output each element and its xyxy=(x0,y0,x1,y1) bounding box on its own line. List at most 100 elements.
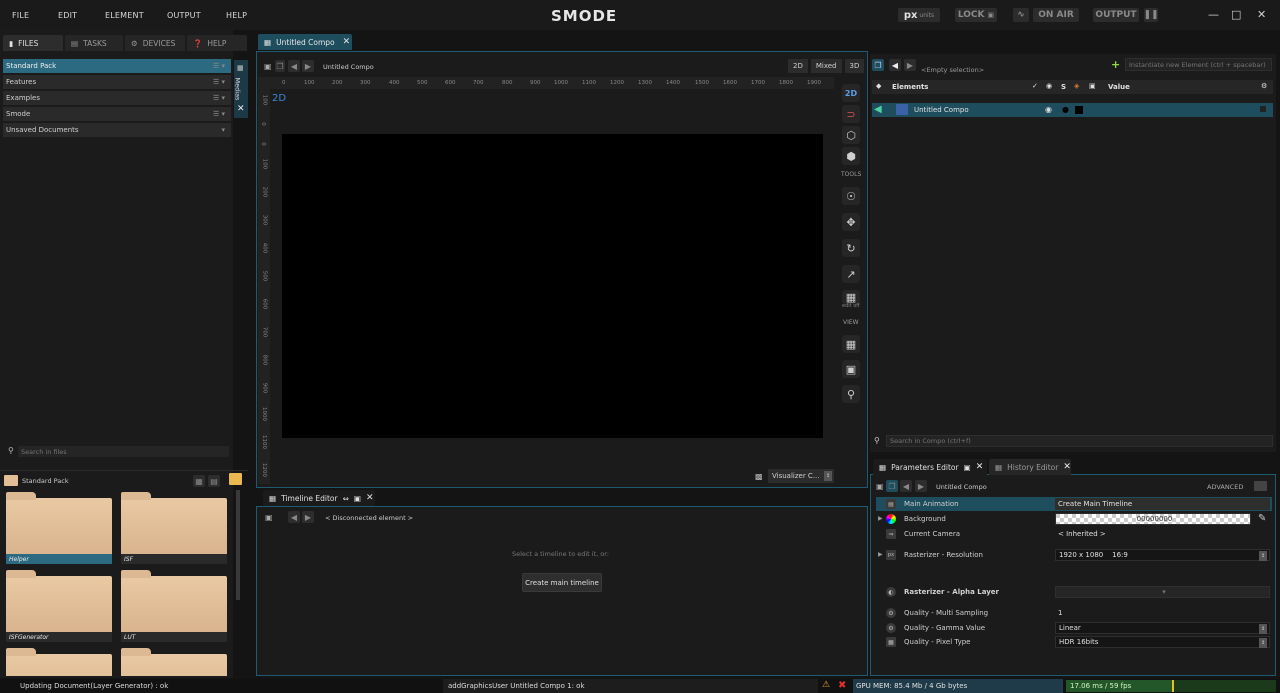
edit-grid-icon[interactable]: ▦ xyxy=(842,290,860,304)
list-menu-icon[interactable]: ☰ ▾ xyxy=(213,110,225,118)
library-smode[interactable]: Smode ☰ ▾ xyxy=(3,107,231,121)
resolution-select[interactable]: 1920 x 1080 16:9 ↕ xyxy=(1055,549,1270,561)
param-background[interactable]: ▶ Background 00000000 ✎ xyxy=(876,512,1272,526)
view-list-icon[interactable]: ▤ xyxy=(208,475,220,487)
param-rasterizer-alpha-layer[interactable]: ◐ Rasterizer - Alpha Layer ▾ xyxy=(876,585,1272,599)
forward-arrow-icon[interactable]: ▶ xyxy=(302,60,314,72)
copy-icon[interactable]: ❐ xyxy=(275,60,285,72)
tab-tasks[interactable]: ▤ TASKS xyxy=(65,35,123,51)
view-grid-icon[interactable]: ▦ xyxy=(193,475,205,487)
thumb-isf[interactable]: ISF xyxy=(119,490,229,564)
close-medias-icon[interactable]: ✕ xyxy=(237,104,245,114)
close-tab-icon[interactable]: ✕ xyxy=(366,493,374,503)
open-folder-icon[interactable] xyxy=(229,473,242,485)
close-tab-icon[interactable]: ✕ xyxy=(1063,462,1071,472)
thumb-lut[interactable]: LUT xyxy=(119,568,229,642)
create-main-timeline-button[interactable]: Create main timeline xyxy=(522,573,602,592)
lock-button[interactable]: LOCK ▣ xyxy=(955,8,997,22)
thumb-folder[interactable] xyxy=(119,646,229,676)
param-current-camera[interactable]: ⇒ Current Camera < Inherited > xyxy=(876,527,1272,541)
lock-icon[interactable]: ▣ xyxy=(876,482,884,491)
lock-icon[interactable]: ▣ xyxy=(1089,82,1096,90)
lock-icon[interactable]: ▣ xyxy=(265,513,273,522)
expand-arrow-icon[interactable]: ▶ xyxy=(878,551,883,558)
close-icon[interactable]: ✕ xyxy=(1257,8,1266,21)
warning-icon[interactable]: ⚠ xyxy=(822,680,830,690)
library-features[interactable]: Features ☰ ▾ xyxy=(3,75,231,89)
magnet-icon[interactable]: ⊃ xyxy=(842,105,860,123)
thumb-helper[interactable]: Helper xyxy=(4,490,114,564)
element-row-untitled-compo[interactable]: ◀ Untitled Compo ◉ ● xyxy=(872,103,1273,117)
color-swatch[interactable] xyxy=(1075,106,1083,114)
canvas-preview[interactable] xyxy=(282,134,823,438)
param-quality-pixel-type[interactable]: ▦ Quality - Pixel Type HDR 16bits ↕ xyxy=(876,635,1272,649)
rotate-icon[interactable]: ↻ xyxy=(842,239,860,257)
list-menu-icon[interactable]: ☰ ▾ xyxy=(213,94,225,102)
forward-arrow-icon[interactable]: ▶ xyxy=(302,511,314,523)
advanced-toggle[interactable] xyxy=(1254,481,1267,491)
create-main-timeline-action[interactable]: Create Main Timeline xyxy=(1055,498,1270,510)
on-air-button[interactable]: ON AIR xyxy=(1033,8,1079,22)
multi-sampling-value[interactable]: 1 xyxy=(1055,607,1270,619)
grid-view-icon[interactable]: ▦ xyxy=(842,335,860,353)
eye-icon[interactable]: ◉ xyxy=(1045,105,1052,114)
plus-icon[interactable]: + xyxy=(1111,58,1120,71)
close-tab-icon[interactable]: ✕ xyxy=(343,37,351,47)
units-button[interactable]: px units xyxy=(898,8,940,22)
param-quality-gamma-value[interactable]: ⚙ Quality - Gamma Value Linear ↕ xyxy=(876,621,1272,635)
back-arrow-icon[interactable]: ◀ xyxy=(288,60,300,72)
instantiate-element-input[interactable] xyxy=(1125,58,1272,71)
thumbs-scrollbar[interactable] xyxy=(236,490,240,600)
menu-edit[interactable]: EDIT xyxy=(58,11,77,20)
move-icon[interactable]: ✥ xyxy=(842,213,860,231)
gamma-select[interactable]: Linear ↕ xyxy=(1055,622,1270,634)
back-arrow-icon[interactable]: ◀ xyxy=(889,59,901,71)
expand-arrow-icon[interactable]: ▶ xyxy=(878,515,883,522)
frame-icon[interactable]: ▣ xyxy=(842,360,860,378)
tab-timeline-editor[interactable]: ▦ Timeline Editor ⇔ ▣ ✕ xyxy=(263,490,375,506)
cube-icon[interactable]: ⬢ xyxy=(842,147,860,165)
chevron-down-icon[interactable]: ▾ xyxy=(221,126,225,134)
menu-element[interactable]: ELEMENT xyxy=(105,11,144,20)
expand-icon[interactable]: ⇔ xyxy=(343,494,349,503)
menu-output[interactable]: OUTPUT xyxy=(167,11,201,20)
medias-side-tab[interactable]: ▦ Medias ✕ xyxy=(233,60,248,118)
thumb-folder[interactable] xyxy=(4,646,114,676)
menu-help[interactable]: HELP xyxy=(226,11,247,20)
settings-icon[interactable]: ⚙ xyxy=(1261,82,1267,90)
back-arrow-icon[interactable]: ◀ xyxy=(900,480,912,492)
copy-icon[interactable]: ❐ xyxy=(886,480,898,492)
error-icon[interactable]: ✖ xyxy=(838,680,846,691)
pause-icon[interactable]: ❚❚ xyxy=(1143,8,1159,22)
list-menu-icon[interactable]: ☰ ▾ xyxy=(213,78,225,86)
copy-icon[interactable]: ❐ xyxy=(872,59,884,71)
forward-arrow-icon[interactable]: ▶ xyxy=(904,59,916,71)
maximize-icon[interactable]: □ xyxy=(1231,8,1241,21)
tab-parameters-editor[interactable]: ▦ Parameters Editor ▣ ✕ xyxy=(873,459,987,475)
check-icon[interactable]: ✓ xyxy=(1032,82,1038,90)
lock-icon[interactable]: ▣ xyxy=(264,62,272,71)
background-color-field[interactable]: 00000000 xyxy=(1055,513,1251,525)
menu-file[interactable]: FILE xyxy=(12,11,29,20)
eyedropper-icon[interactable]: ✎ xyxy=(1258,513,1266,524)
solo-dot-icon[interactable]: ● xyxy=(1062,105,1069,114)
color-icon[interactable]: ◈ xyxy=(1074,82,1079,90)
forward-arrow-icon[interactable]: ▶ xyxy=(915,480,927,492)
tab-files[interactable]: ▮ FILES xyxy=(3,35,63,51)
param-quality-multi-sampling[interactable]: ⚙ Quality - Multi Sampling 1 xyxy=(876,606,1272,620)
select-icon[interactable]: ☉ xyxy=(842,187,860,205)
mode-mixed-button[interactable]: Mixed xyxy=(810,59,842,73)
list-menu-icon[interactable]: ☰ ▾ xyxy=(213,62,225,70)
back-arrow-icon[interactable]: ◀ xyxy=(288,511,300,523)
alpha-layer-select[interactable]: ▾ xyxy=(1055,586,1270,598)
output-button[interactable]: OUTPUT xyxy=(1093,8,1139,22)
zoom-icon[interactable]: ⚲ xyxy=(842,385,860,403)
param-rasterizer-resolution[interactable]: ▶ px Rasterizer - Resolution 1920 x 1080… xyxy=(876,548,1272,562)
minimize-icon[interactable]: — xyxy=(1208,8,1219,21)
mode-3d-button[interactable]: 3D xyxy=(844,59,865,73)
eye-icon[interactable]: ◉ xyxy=(1046,82,1052,90)
scale-icon[interactable]: ↗ xyxy=(842,265,860,283)
param-main-animation[interactable]: ▤ Main Animation Create Main Timeline xyxy=(876,497,1272,511)
library-unsaved-documents[interactable]: Unsaved Documents ▾ xyxy=(3,123,231,137)
tab-history-editor[interactable]: ▦ History Editor ✕ xyxy=(989,459,1071,475)
